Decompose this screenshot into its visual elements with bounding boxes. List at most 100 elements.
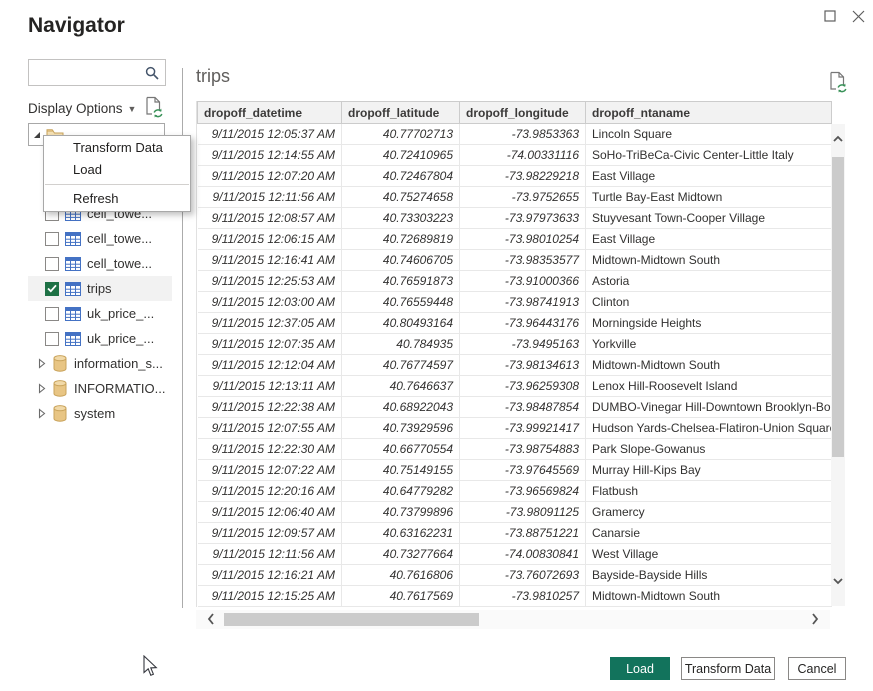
display-options-label: Display Options [28, 101, 123, 116]
vertical-scrollbar[interactable] [831, 124, 845, 606]
table-cell: -73.97645569 [460, 460, 586, 481]
table-cell: 40.72467804 [342, 166, 460, 187]
table-cell: 40.64779282 [342, 481, 460, 502]
table-cell: Canarsie [586, 523, 832, 544]
unchecked-checkbox[interactable] [45, 232, 59, 246]
dropdown-caret-icon: ▼ [128, 104, 137, 114]
search-box[interactable] [28, 59, 166, 86]
table-cell: 40.76559448 [342, 292, 460, 313]
context-menu: Transform Data Load Refresh [43, 135, 191, 212]
display-options-dropdown[interactable]: Display Options ▼ [28, 98, 136, 118]
expander-collapsed-icon[interactable] [38, 358, 46, 369]
table-cell: -73.98741913 [460, 292, 586, 313]
sidebar-item-cell-towe[interactable]: cell_towe... [28, 226, 172, 251]
table-row: 9/11/2015 12:37:05 AM40.80493164-73.9644… [198, 313, 832, 334]
menu-item-refresh[interactable]: Refresh [44, 188, 190, 210]
table-cell: 9/11/2015 12:07:55 AM [198, 418, 342, 439]
table-cell: Yorkville [586, 334, 832, 355]
table-row: 9/11/2015 12:16:41 AM40.74606705-73.9835… [198, 250, 832, 271]
table-cell: 40.74606705 [342, 250, 460, 271]
table-cell: 9/11/2015 12:16:41 AM [198, 250, 342, 271]
close-button[interactable] [848, 6, 868, 26]
search-icon[interactable] [145, 66, 159, 80]
table-cell: 40.77702713 [342, 124, 460, 145]
search-input[interactable] [35, 65, 145, 80]
table-cell: -73.98754883 [460, 439, 586, 460]
table-cell: 40.72689819 [342, 229, 460, 250]
expander-expanded-icon[interactable] [33, 131, 41, 139]
scroll-up-icon[interactable] [832, 134, 844, 144]
unchecked-checkbox[interactable] [45, 332, 59, 346]
maximize-button[interactable] [820, 6, 840, 26]
table-cell: -73.9752655 [460, 187, 586, 208]
mouse-cursor [142, 655, 158, 684]
table-cell: -73.9810257 [460, 586, 586, 607]
menu-item-load[interactable]: Load [44, 159, 190, 181]
table-row: 9/11/2015 12:16:21 AM40.7616806-73.76072… [198, 565, 832, 586]
scroll-down-icon[interactable] [832, 576, 844, 586]
table-icon [65, 257, 81, 271]
checked-checkbox[interactable] [45, 282, 59, 296]
column-header-dropoff-latitude: dropoff_latitude [342, 102, 460, 124]
scroll-right-icon[interactable] [810, 612, 820, 626]
sidebar-item-label: uk_price_... [87, 331, 154, 346]
table-row: 9/11/2015 12:14:55 AM40.72410965-74.0033… [198, 145, 832, 166]
preview-table-container: dropoff_datetimedropoff_latitudedropoff_… [196, 101, 830, 607]
sidebar-item-informatio[interactable]: INFORMATIO... [28, 376, 172, 401]
expander-collapsed-icon[interactable] [38, 408, 46, 419]
refresh-preview-button[interactable] [145, 96, 163, 123]
preview-title: trips [196, 66, 230, 87]
table-cell: 40.73277664 [342, 544, 460, 565]
sidebar-item-information-s[interactable]: information_s... [28, 351, 172, 376]
table-cell: 9/11/2015 12:22:38 AM [198, 397, 342, 418]
load-button[interactable]: Load [610, 657, 670, 680]
vertical-scrollbar-thumb[interactable] [832, 157, 844, 457]
table-cell: 40.63162231 [342, 523, 460, 544]
table-row: 9/11/2015 12:06:15 AM40.72689819-73.9801… [198, 229, 832, 250]
unchecked-checkbox[interactable] [45, 257, 59, 271]
cancel-button[interactable]: Cancel [788, 657, 846, 680]
refresh-preview-table-button[interactable] [829, 71, 847, 98]
table-cell: -73.9853363 [460, 124, 586, 145]
table-cell: 9/11/2015 12:22:30 AM [198, 439, 342, 460]
table-cell: -74.00331116 [460, 145, 586, 166]
transform-data-button[interactable]: Transform Data [681, 657, 775, 680]
sidebar-item-uk-price[interactable]: uk_price_... [28, 326, 172, 351]
table-cell: -73.96259308 [460, 376, 586, 397]
table-row: 9/11/2015 12:09:57 AM40.63162231-73.8875… [198, 523, 832, 544]
table-row: 9/11/2015 12:13:11 AM40.7646637-73.96259… [198, 376, 832, 397]
table-icon [65, 282, 81, 296]
sidebar-item-label: information_s... [74, 356, 163, 371]
table-row: 9/11/2015 12:05:37 AM40.77702713-73.9853… [198, 124, 832, 145]
sidebar-item-trips[interactable]: trips [28, 276, 172, 301]
table-icon [65, 232, 81, 246]
table-cell: -73.98091125 [460, 502, 586, 523]
sidebar-item-cell-towe[interactable]: cell_towe... [28, 251, 172, 276]
table-row: 9/11/2015 12:07:55 AM40.73929596-73.9992… [198, 418, 832, 439]
table-row: 9/11/2015 12:11:56 AM40.75274658-73.9752… [198, 187, 832, 208]
menu-separator [45, 184, 189, 185]
close-icon [852, 10, 865, 23]
table-header-row: dropoff_datetimedropoff_latitudedropoff_… [198, 102, 832, 124]
horizontal-scrollbar[interactable] [196, 610, 830, 629]
table-cell: 40.75274658 [342, 187, 460, 208]
horizontal-scrollbar-thumb[interactable] [224, 613, 479, 626]
sidebar-item-uk-price[interactable]: uk_price_... [28, 301, 172, 326]
menu-item-transform-data[interactable]: Transform Data [44, 137, 190, 159]
scroll-left-icon[interactable] [206, 612, 216, 626]
table-cell: 9/11/2015 12:11:56 AM [198, 187, 342, 208]
table-cell: 40.68922043 [342, 397, 460, 418]
table-cell: 9/11/2015 12:09:57 AM [198, 523, 342, 544]
sidebar-item-system[interactable]: system [28, 401, 172, 426]
table-cell: 9/11/2015 12:07:35 AM [198, 334, 342, 355]
table-cell: -74.00830841 [460, 544, 586, 565]
table-cell: East Village [586, 166, 832, 187]
maximize-icon [824, 10, 836, 22]
expander-collapsed-icon[interactable] [38, 383, 46, 394]
table-cell: Morningside Heights [586, 313, 832, 334]
table-cell: 40.66770554 [342, 439, 460, 460]
table-cell: 40.76774597 [342, 355, 460, 376]
sidebar-item-label: cell_towe... [87, 256, 152, 271]
unchecked-checkbox[interactable] [45, 307, 59, 321]
table-cell: 40.7616806 [342, 565, 460, 586]
